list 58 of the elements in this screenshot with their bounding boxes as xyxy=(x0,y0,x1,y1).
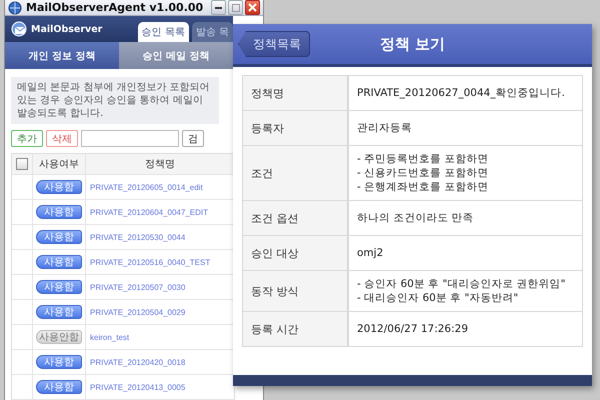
subtab[interactable]: 개인 정보 정책 xyxy=(5,42,119,69)
status-badge[interactable]: 사용함 xyxy=(36,230,82,244)
field-label: 조건 옵션 xyxy=(243,201,349,235)
policy-link[interactable]: PRIVATE_20120530_0044 xyxy=(90,232,186,242)
field-label: 등록자 xyxy=(243,111,349,145)
field-value: - 은행계좌번호를 포함하면 xyxy=(357,180,490,194)
policy-link[interactable]: PRIVATE_20120516_0040_TEST xyxy=(90,258,210,266)
add-button[interactable]: 추가 xyxy=(11,130,43,147)
policy-link[interactable]: PRIVATE_20120504_0029 xyxy=(90,308,186,316)
field-value: - 승인자 60분 후 "대리승인자로 권한위임" xyxy=(357,277,566,291)
field-label: 동작 방식 xyxy=(243,271,349,311)
select-all-checkbox[interactable] xyxy=(16,158,28,170)
search-field[interactable] xyxy=(81,130,179,147)
description-text: 메일의 본문과 첨부에 개인정보가 포함되어 있는 경우 승인자의 승인을 통하여 메일이 발송되도록 합니다. xyxy=(11,77,219,124)
envelope-icon xyxy=(11,21,29,37)
search-button[interactable]: 검 xyxy=(182,130,204,147)
field-value: omj2 xyxy=(357,246,384,260)
close-button[interactable] xyxy=(245,0,260,15)
status-badge[interactable]: 사용안함 xyxy=(36,330,82,344)
field-value: - 주민등록번호를 포함하면 xyxy=(357,152,490,166)
panel-title: 정책 보기 xyxy=(380,34,446,54)
field-value: PRIVATE_20120627_0044_확인중입니다. xyxy=(357,86,566,100)
status-badge[interactable]: 사용함 xyxy=(36,180,82,194)
field-label: 조건 xyxy=(243,146,349,200)
policy-link[interactable]: keiron_test xyxy=(90,332,130,342)
tab[interactable]: 승인 목록 xyxy=(138,22,189,42)
status-badge[interactable]: 사용함 xyxy=(36,380,82,394)
close-icon xyxy=(248,3,257,12)
column-header: 정책명 xyxy=(144,158,176,172)
policy-link[interactable]: PRIVATE_20120507_0030 xyxy=(90,282,186,292)
field-label: 등록 시간 xyxy=(243,312,349,346)
minimize-button[interactable] xyxy=(211,0,226,15)
field-label: 승인 대상 xyxy=(243,236,349,270)
field-value: 2012/06/27 17:26:29 xyxy=(357,322,470,336)
status-badge[interactable]: 사용함 xyxy=(36,205,82,219)
policy-link[interactable]: PRIVATE_20120413_0005 xyxy=(90,382,186,392)
tab[interactable]: 발송 목 xyxy=(192,22,233,42)
field-value: 하나의 조건이라도 만족 xyxy=(357,211,475,225)
status-badge[interactable]: 사용함 xyxy=(36,355,82,369)
status-badge[interactable]: 사용함 xyxy=(36,280,82,294)
maximize-icon xyxy=(232,4,240,12)
column-header: 사용여부 xyxy=(33,154,86,174)
window-title: MailObserverAgent v1.00.00 xyxy=(26,1,204,14)
field-value: 관리자등록 xyxy=(357,121,413,135)
subtab[interactable]: 승인 메일 정책 xyxy=(119,42,233,69)
policy-link[interactable]: PRIVATE_20120604_0047_EDIT xyxy=(90,208,208,216)
field-label: 정책명 xyxy=(243,76,349,110)
policy-link[interactable]: PRIVATE_20120605_0014_edit xyxy=(90,182,203,192)
globe-icon xyxy=(8,0,22,14)
status-badge[interactable]: 사용함 xyxy=(36,305,82,319)
policy-link[interactable]: PRIVATE_20120420_0018 xyxy=(90,358,186,366)
app-logo: MailObserver xyxy=(31,24,102,34)
field-value: - 대리승인자 60분 후 "자동반려" xyxy=(357,291,520,305)
back-button[interactable]: 정책목록 xyxy=(238,31,310,57)
field-value: - 신용카드번호를 포함하면 xyxy=(357,166,490,180)
delete-button[interactable]: 삭제 xyxy=(46,130,78,147)
minimize-icon xyxy=(215,6,222,8)
status-badge[interactable]: 사용함 xyxy=(36,255,82,269)
